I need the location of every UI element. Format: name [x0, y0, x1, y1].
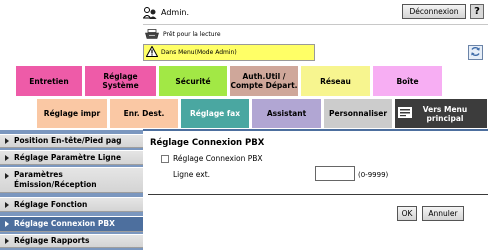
- content-top-border: [143, 129, 488, 131]
- sidebar-item-label: Paramètres Émission/Réception: [14, 170, 97, 189]
- tab-label: Assistant: [266, 109, 307, 118]
- sidebar-item-label: Réglage Fonction: [14, 199, 88, 209]
- external-line-label: Ligne ext.: [173, 170, 211, 179]
- admin-mode-warning: Dans Menu(Mode Admin): [143, 44, 315, 61]
- ok-button[interactable]: OK: [397, 206, 417, 221]
- tab-label: Personnaliser: [328, 109, 388, 118]
- device-status-text: Prêt pour la lecture: [163, 31, 221, 38]
- printer-status-icon: [145, 29, 159, 39]
- sidebar-item-reglage-rapports[interactable]: Réglage Rapports: [0, 234, 143, 248]
- external-line-input[interactable]: [315, 166, 355, 181]
- admin-user-icon: [142, 5, 157, 19]
- sidebar-item-label: Réglage Rapports: [14, 236, 90, 245]
- tab-assistant[interactable]: Assistant: [251, 98, 322, 129]
- admin-user-label: Admin.: [161, 8, 190, 17]
- sidebar-item-connexion-pbx[interactable]: Réglage Connexion PBX: [0, 216, 143, 232]
- tab-label: Réglage Système: [102, 72, 139, 90]
- tab-auth-compte[interactable]: Auth.Util / Compte Départ.: [229, 65, 299, 97]
- tab-enr-dest[interactable]: Enr. Dest.: [109, 98, 179, 129]
- tab-label: Entretien: [29, 76, 69, 86]
- tab-label: Auth.Util / Compte Départ.: [230, 72, 298, 90]
- arrow-right-icon: [5, 154, 9, 161]
- tab-personnaliser[interactable]: Personnaliser: [323, 98, 393, 129]
- pbx-connection-checkbox[interactable]: [161, 155, 169, 163]
- tab-label: Réglage fax: [189, 109, 241, 118]
- tab-label: Réseau: [320, 76, 351, 86]
- header-divider: [143, 24, 488, 25]
- tab-label: Boîte: [396, 76, 419, 86]
- sidebar-item-parametre-ligne[interactable]: Réglage Paramètre Ligne: [0, 150, 143, 165]
- tab-boite[interactable]: Boîte: [372, 65, 443, 97]
- sidebar-item-emission-reception[interactable]: Paramètres Émission/Réception: [0, 167, 143, 193]
- arrow-right-icon: [5, 221, 9, 227]
- arrow-right-icon: [5, 238, 9, 244]
- tab-label: Réglage impr: [43, 109, 101, 118]
- warning-icon: [145, 45, 159, 59]
- sidebar-item-reglage-fonction[interactable]: Réglage Fonction: [0, 197, 143, 212]
- help-button[interactable]: ?: [470, 4, 484, 19]
- tab-reglage-impr[interactable]: Réglage impr: [36, 98, 108, 129]
- tab-label: Sécurité: [175, 76, 211, 86]
- sidebar-item-position-entete[interactable]: Position En-tête/Pied pag: [0, 134, 143, 148]
- tab-entretien[interactable]: Entretien: [15, 65, 83, 97]
- sidebar-item-label: Position En-tête/Pied pag: [14, 136, 122, 145]
- pbx-connection-checkbox-label: Réglage Connexion PBX: [173, 154, 263, 163]
- tab-vers-menu-principal[interactable]: Vers Menu principal: [394, 98, 488, 129]
- tab-label: Enr. Dest.: [123, 109, 165, 118]
- external-line-range-hint: (0-9999): [358, 171, 389, 179]
- arrow-right-icon: [5, 201, 9, 208]
- content-divider: [148, 194, 488, 195]
- refresh-icon: [470, 46, 481, 59]
- home-menu-icon: [398, 107, 412, 120]
- tab-reseau[interactable]: Réseau: [300, 65, 371, 97]
- warning-text: Dans Menu(Mode Admin): [161, 49, 237, 56]
- tab-reglage-systeme[interactable]: Réglage Système: [84, 65, 157, 97]
- arrow-right-icon: [5, 138, 9, 144]
- tab-label: Vers Menu principal: [422, 104, 468, 123]
- refresh-button[interactable]: [468, 45, 483, 60]
- page-title: Réglage Connexion PBX: [150, 138, 265, 148]
- cancel-button[interactable]: Annuler: [422, 206, 464, 221]
- tab-securite[interactable]: Sécurité: [158, 65, 228, 97]
- arrow-right-icon: [5, 173, 9, 179]
- logout-button[interactable]: Déconnexion: [402, 4, 466, 19]
- tab-reglage-fax[interactable]: Réglage fax: [180, 98, 250, 129]
- sidebar-item-label: Réglage Connexion PBX: [14, 219, 115, 228]
- sidebar: Position En-tête/Pied pag Réglage Paramè…: [0, 130, 143, 250]
- sidebar-item-label: Réglage Paramètre Ligne: [14, 152, 122, 162]
